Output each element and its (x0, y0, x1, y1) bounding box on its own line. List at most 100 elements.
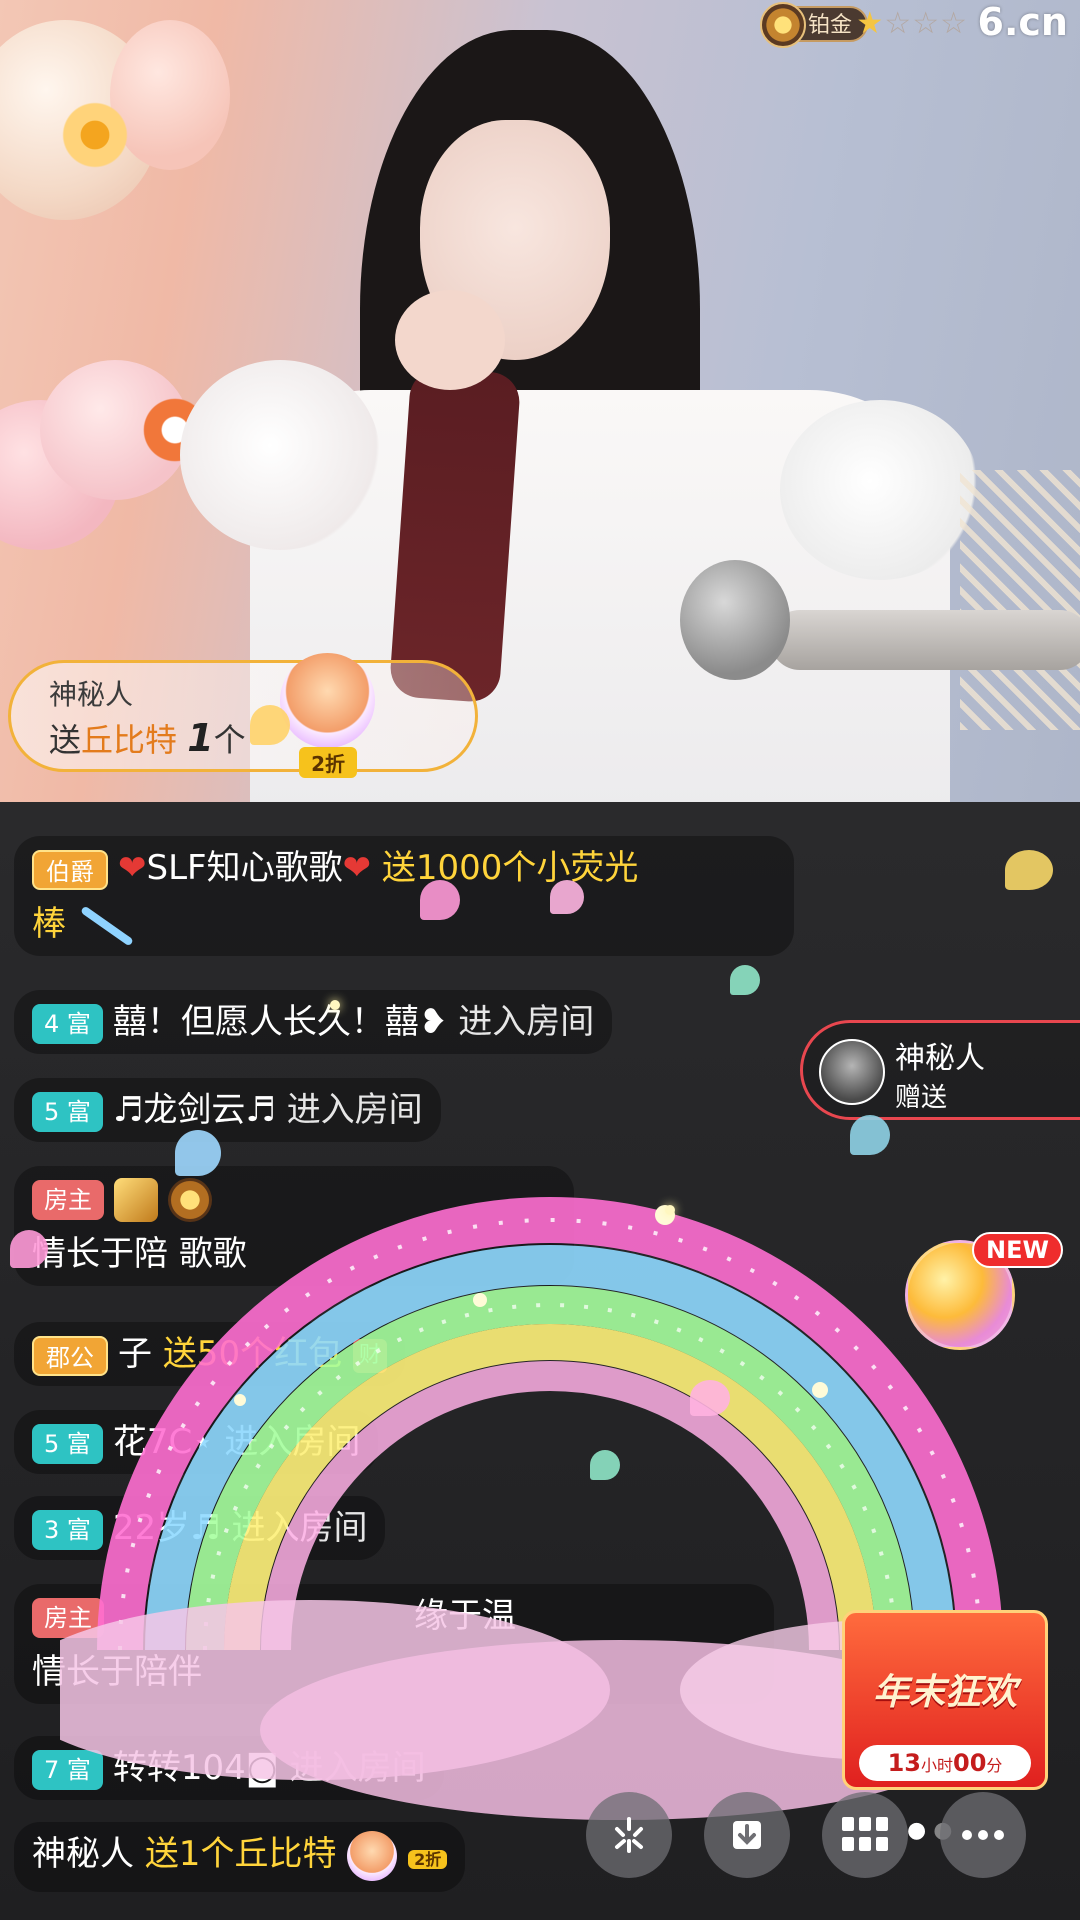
mic-arm (770, 610, 1080, 670)
gift-sender: 神秘人 (49, 678, 134, 711)
petal-decoration (10, 1230, 48, 1268)
star-rating: ★☆☆☆ (856, 6, 968, 41)
petal-decoration (730, 965, 760, 995)
sparkle-decoration (665, 1205, 675, 1215)
level-label: 铂金 (807, 13, 852, 38)
star-icon: ☆ (912, 6, 941, 41)
chat-message: 5 富花7C⋆ 进入房间 (14, 1410, 379, 1474)
grid-icon (842, 1817, 888, 1851)
rank-badge: 郡公 (32, 1335, 108, 1376)
live-room-screen: 铂金 ★☆☆☆ 6.cn 神秘人 送丘比特 1个 2折 伯爵 ❤SLF知心歌歌❤ … (0, 0, 1080, 1920)
wealth-badge: 4 富 (32, 1003, 103, 1044)
mic-stand (960, 470, 1080, 730)
star-icon: ☆ (940, 6, 968, 41)
chat-message: 郡公子 送50个红包 财 (14, 1322, 405, 1386)
more-icon (962, 1830, 1004, 1840)
streamer-sleeve (388, 366, 522, 704)
countdown-hours: 13 (887, 1749, 921, 1777)
gift-line: 送丘比特 1个 (49, 715, 246, 761)
petal-decoration (850, 1115, 890, 1155)
wealth-badge: 5 富 (32, 1091, 103, 1132)
chat-action: 进入房间 (286, 1090, 423, 1130)
gift-name: 丘比特 (81, 721, 178, 759)
gift-sender-toast[interactable]: 神秘人 赠送 (800, 1020, 1080, 1120)
star-icon: ☆ (884, 6, 913, 41)
download-icon (733, 1821, 761, 1849)
send-word: 送 (49, 721, 82, 759)
chat-action: 进入房间 (231, 1508, 368, 1548)
sparkle-decoration (330, 1000, 340, 1010)
petal-decoration (420, 880, 460, 920)
chat-message: 7 富转转104◙ 进入房间 (14, 1736, 444, 1800)
chat-text: 歌歌 (178, 1234, 247, 1274)
download-button[interactable] (704, 1792, 790, 1878)
glowstick-icon (79, 905, 134, 946)
chat-username: 花7C⋆ (112, 1422, 214, 1462)
wealth-badge: 7 富 (32, 1749, 103, 1790)
chat-username: SLF知心歌歌 (146, 848, 343, 888)
chat-username: 囍！但愿人长久！囍❥ (112, 1002, 448, 1042)
chat-gift-text-cont: 棒 (32, 904, 66, 944)
gift-unit: 个 (213, 721, 246, 759)
heart-icon: ❤ (118, 848, 147, 888)
chat-message: 伯爵 ❤SLF知心歌歌❤ 送1000个小荧光 棒 (14, 836, 794, 956)
year-end-promo[interactable]: 年末狂欢 13小时00分 (842, 1610, 1048, 1790)
microphone (680, 560, 790, 680)
discount-badge: 2折 (299, 747, 357, 778)
petal-decoration (690, 1380, 730, 1416)
gold-badge-icon (114, 1177, 158, 1222)
chat-username: 子 (118, 1334, 152, 1374)
chat-username: 神秘人 (32, 1834, 134, 1874)
promo-countdown: 13小时00分 (859, 1745, 1031, 1781)
petal-decoration (175, 1130, 221, 1176)
more-button[interactable] (940, 1792, 1026, 1878)
medal-icon (759, 2, 806, 48)
petal-decoration (250, 705, 290, 745)
chat-action: 进入房间 (224, 1422, 361, 1462)
red-packet-icon: 财 (352, 1338, 387, 1373)
petal-decoration (550, 880, 584, 914)
owner-badge: 房主 (32, 1179, 104, 1220)
chat-message: 3 富 22岁♬ 进入房间 (14, 1496, 386, 1560)
chat-gift-text: 送1个丘比特 (144, 1834, 337, 1874)
grid-menu-button[interactable] (822, 1792, 908, 1878)
flower-decoration (40, 80, 150, 190)
indicator-dot-active: ● (907, 1818, 927, 1843)
chat-message: 房主 情长于陪 歌歌 (14, 1166, 574, 1286)
chat-message: 神秘人 送1个丘比特 2折 (14, 1822, 466, 1892)
share-button[interactable] (586, 1792, 672, 1878)
chat-username: 情长于陪伴 (32, 1652, 202, 1692)
owner-badge: 房主 (32, 1597, 104, 1638)
countdown-minutes: 00 (953, 1749, 987, 1777)
fur-collar (780, 400, 980, 580)
sender-name: 神秘人 (895, 1041, 985, 1076)
new-badge: NEW (972, 1232, 1063, 1268)
fur-collar (180, 360, 380, 550)
chat-username: 情长于陪 (32, 1234, 168, 1274)
chat-message: 4 富囍！但愿人长久！囍❥ 进入房间 (14, 990, 613, 1054)
avatar (819, 1039, 885, 1105)
minutes-unit: 分 (986, 1756, 1003, 1775)
chat-message: 5 富 ♬龙剑云♬ 进入房间 (14, 1078, 441, 1142)
chat-message: 房主 缘于温 情长于陪伴 (14, 1584, 774, 1704)
live-video[interactable]: 铂金 ★☆☆☆ 6.cn 神秘人 送丘比特 1个 2折 (0, 0, 1080, 802)
wealth-badge: 5 富 (32, 1423, 103, 1464)
gift-notification: 神秘人 送丘比特 1个 2折 (8, 653, 478, 778)
sparkle-icon (615, 1817, 643, 1853)
chat-gift-text: 送50个红包 (162, 1334, 343, 1374)
chat-text: 缘于温 (414, 1596, 516, 1636)
wealth-badge: 3 富 (32, 1509, 103, 1550)
petal-decoration (1005, 850, 1053, 890)
streamer-level-badge[interactable]: 铂金 (759, 2, 868, 48)
cupid-gift-icon (347, 1830, 398, 1881)
cupid-gift-icon (280, 653, 375, 748)
petal-decoration (590, 1450, 620, 1480)
chat-action: 进入房间 (289, 1748, 426, 1788)
chat-username: 22岁♬ (112, 1508, 221, 1548)
discount-badge: 2折 (408, 1850, 448, 1869)
heart-icon: ❤ (342, 848, 372, 888)
gift-count: 1 (187, 716, 214, 760)
streamer-hand (395, 290, 505, 390)
chat-username: 转转104◙ (112, 1748, 279, 1788)
promo-title: 年末狂欢 (872, 1672, 1017, 1713)
